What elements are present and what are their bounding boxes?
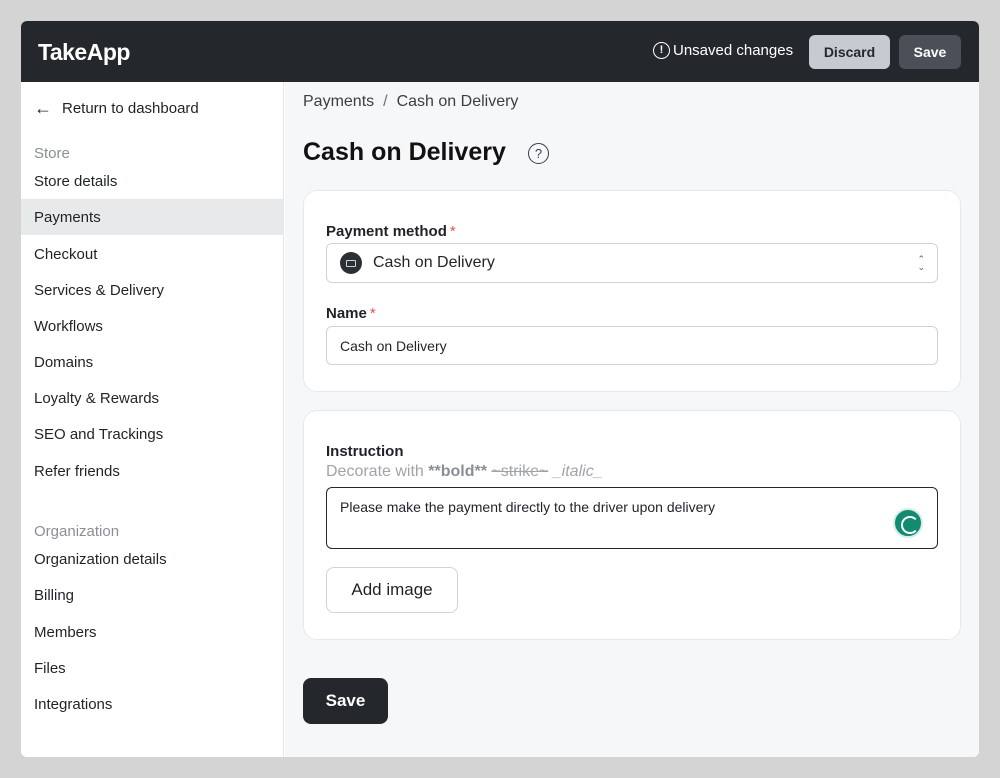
add-image-button[interactable]: Add image	[326, 567, 458, 613]
sidebar-item-store-details[interactable]: Store details	[21, 163, 284, 199]
payment-settings-card: Payment method * Cash on Delivery ⌃ ⌄ Name…	[303, 190, 961, 392]
info-icon: !	[653, 42, 670, 59]
breadcrumb-current: Cash on Delivery	[396, 93, 519, 110]
section-label-organization: Organization	[34, 523, 120, 540]
instruction-textarea[interactable]: Please make the payment directly to the …	[326, 487, 938, 549]
sidebar: ← Return to dashboard Store Store detail…	[21, 82, 284, 757]
sidebar-item-refer-friends[interactable]: Refer friends	[21, 453, 284, 489]
section-label-store: Store	[34, 145, 70, 162]
top-bar: TakeApp ! Unsaved changes Discard Save	[21, 21, 979, 82]
sidebar-item-services-delivery[interactable]: Services & Delivery	[21, 272, 284, 308]
instruction-text: Please make the payment directly to the …	[340, 499, 716, 515]
formatting-hint: Decorate with **bold** ~strike~ _italic_	[326, 463, 603, 480]
unsaved-changes-indicator: ! Unsaved changes	[653, 42, 793, 59]
instruction-card: Instruction Decorate with **bold** ~stri…	[303, 410, 961, 640]
grammar-assistant-icon[interactable]	[893, 508, 923, 538]
help-icon[interactable]: ?	[528, 143, 549, 164]
sidebar-item-workflows[interactable]: Workflows	[21, 308, 284, 344]
sidebar-item-domains[interactable]: Domains	[21, 344, 284, 380]
name-input[interactable]	[326, 326, 938, 365]
header-save-button[interactable]: Save	[899, 35, 961, 69]
breadcrumb: Payments / Cash on Delivery	[303, 93, 518, 111]
required-marker: *	[369, 305, 376, 322]
sidebar-item-seo-trackings[interactable]: SEO and Trackings	[21, 416, 284, 452]
app-window: TakeApp ! Unsaved changes Discard Save ←…	[21, 21, 979, 757]
payment-method-select[interactable]: Cash on Delivery ⌃ ⌄	[326, 243, 938, 283]
sidebar-item-members[interactable]: Members	[21, 614, 284, 650]
sidebar-item-organization-details[interactable]: Organization details	[21, 541, 284, 577]
payment-method-value: Cash on Delivery	[373, 254, 495, 271]
sidebar-item-billing[interactable]: Billing	[21, 577, 284, 613]
return-to-dashboard-link[interactable]: ← Return to dashboard	[34, 99, 199, 117]
chevron-up-down-icon: ⌃ ⌄	[917, 254, 925, 272]
arrow-left-icon: ←	[34, 98, 52, 118]
name-label: Name *	[326, 305, 376, 322]
unsaved-changes-text: Unsaved changes	[673, 42, 794, 59]
discard-button[interactable]: Discard	[809, 35, 890, 69]
payment-method-label: Payment method *	[326, 223, 456, 240]
sidebar-item-integrations[interactable]: Integrations	[21, 686, 284, 722]
save-button[interactable]: Save	[303, 678, 388, 724]
cash-icon	[340, 252, 362, 274]
return-label: Return to dashboard	[62, 99, 199, 117]
breadcrumb-separator: /	[383, 93, 388, 110]
page-title: Cash on Delivery	[303, 138, 506, 166]
main-content: Payments / Cash on Delivery Cash on Delive…	[285, 82, 979, 757]
sidebar-item-payments[interactable]: Payments	[21, 199, 284, 235]
sidebar-item-loyalty-rewards[interactable]: Loyalty & Rewards	[21, 380, 284, 416]
instruction-label: Instruction	[326, 443, 404, 460]
sidebar-item-files[interactable]: Files	[21, 650, 284, 686]
sidebar-item-checkout[interactable]: Checkout	[21, 236, 284, 272]
required-marker: *	[449, 223, 456, 240]
logo[interactable]: TakeApp	[38, 39, 130, 66]
breadcrumb-payments[interactable]: Payments	[303, 93, 374, 110]
